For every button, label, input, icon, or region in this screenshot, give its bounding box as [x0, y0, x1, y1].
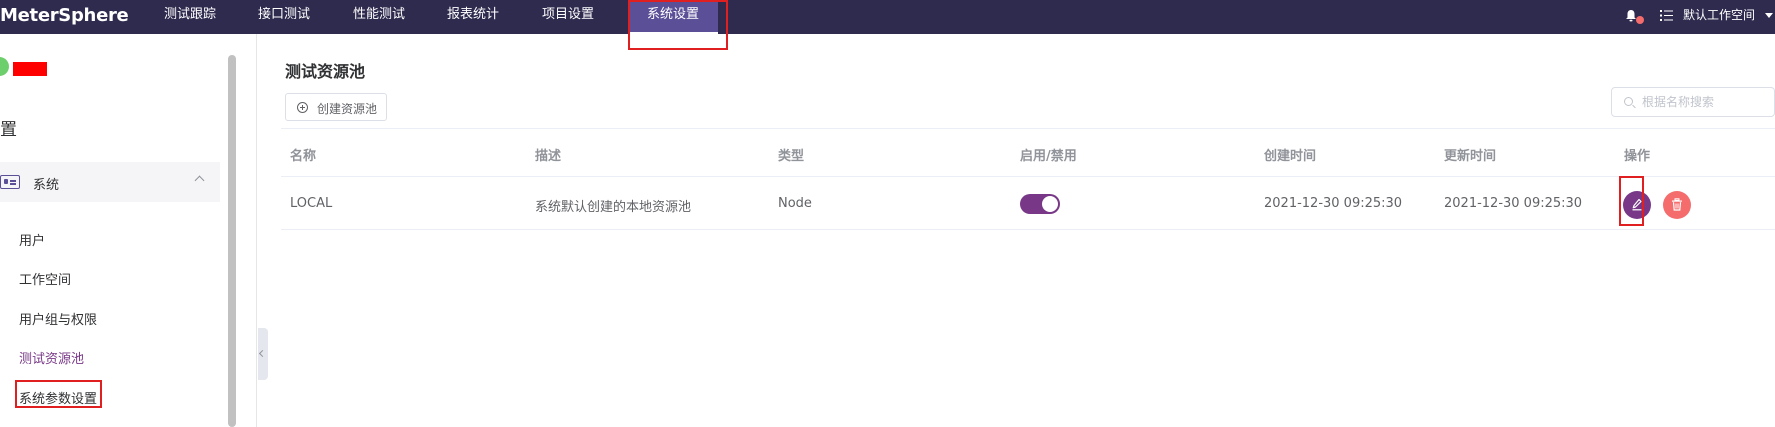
enable-toggle[interactable] [1020, 194, 1060, 214]
id-card-icon [0, 175, 20, 189]
plus-circle-icon [297, 102, 308, 113]
nav-performance-test[interactable]: 性能测试 [341, 0, 417, 34]
list-icon[interactable] [1660, 10, 1673, 21]
sidebar-item-system-params[interactable]: 系统参数设置 [19, 388, 97, 407]
sidebar-group-label: 系统 [33, 178, 60, 193]
cell-updated-time: 2021-12-30 09:25:30 [1444, 196, 1583, 211]
nav-test-tracking[interactable]: 测试跟踪 [152, 0, 228, 34]
table-row-border [281, 229, 1775, 230]
page-title: 测试资源池 [285, 62, 366, 81]
column-header-type[interactable]: 类型 [778, 145, 804, 164]
edit-button[interactable] [1623, 191, 1651, 219]
nav-system-settings[interactable]: 系统设置 [628, 0, 718, 34]
cell-type: Node [778, 196, 812, 211]
sidebar-item-workspace[interactable]: 工作空间 [19, 269, 71, 288]
table-top-border [281, 128, 1775, 129]
column-header-status[interactable]: 启用/禁用 [1020, 145, 1077, 164]
workspace-switcher[interactable]: 默认工作空间 [1683, 0, 1755, 30]
delete-icon [1672, 198, 1682, 211]
sidebar-scrollbar[interactable] [228, 55, 236, 427]
column-header-actions: 操作 [1624, 149, 1651, 164]
redacted-username [13, 62, 47, 76]
nav-api-test[interactable]: 接口测试 [246, 0, 322, 34]
sidebar: 置 系统 用户 工作空间 用户组与权限 测试资源池 系统参数设置 [0, 34, 228, 427]
delete-button[interactable] [1663, 191, 1691, 219]
app-logo[interactable]: MeterSphere [0, 5, 129, 26]
column-header-updated[interactable]: 更新时间 [1444, 145, 1496, 164]
create-resource-pool-button[interactable]: 创建资源池 [285, 93, 387, 121]
search-box[interactable] [1611, 87, 1775, 117]
divider [256, 34, 257, 427]
collapse-handle[interactable] [258, 328, 268, 380]
avatar [0, 57, 9, 76]
nav-report-stats[interactable]: 报表统计 [435, 0, 511, 34]
create-button-label: 创建资源池 [317, 102, 378, 116]
sidebar-title: 置 [0, 120, 17, 140]
column-header-name[interactable]: 名称 [290, 145, 316, 164]
search-icon [1624, 97, 1633, 106]
column-header-description[interactable]: 描述 [535, 145, 561, 164]
sidebar-item-resource-pool[interactable]: 测试资源池 [19, 348, 84, 367]
cell-description: 系统默认创建的本地资源池 [535, 200, 692, 215]
top-header: MeterSphere 测试跟踪 接口测试 性能测试 报表统计 项目设置 系统设… [0, 0, 1775, 34]
notification-dot [1636, 16, 1644, 24]
sidebar-item-user-groups[interactable]: 用户组与权限 [19, 309, 97, 328]
cell-created-time: 2021-12-30 09:25:30 [1264, 196, 1403, 211]
chevron-up-icon[interactable] [194, 175, 205, 186]
column-header-created[interactable]: 创建时间 [1264, 145, 1316, 164]
chevron-down-icon[interactable] [1765, 13, 1773, 18]
sidebar-item-users[interactable]: 用户 [19, 230, 45, 249]
table-header-border [281, 176, 1775, 177]
cell-name: LOCAL [290, 196, 333, 211]
sidebar-group-system[interactable]: 系统 [0, 162, 220, 202]
edit-icon [1632, 198, 1642, 211]
search-input[interactable] [1642, 93, 1772, 111]
toggle-knob [1042, 196, 1058, 212]
nav-project-settings[interactable]: 项目设置 [530, 0, 606, 34]
